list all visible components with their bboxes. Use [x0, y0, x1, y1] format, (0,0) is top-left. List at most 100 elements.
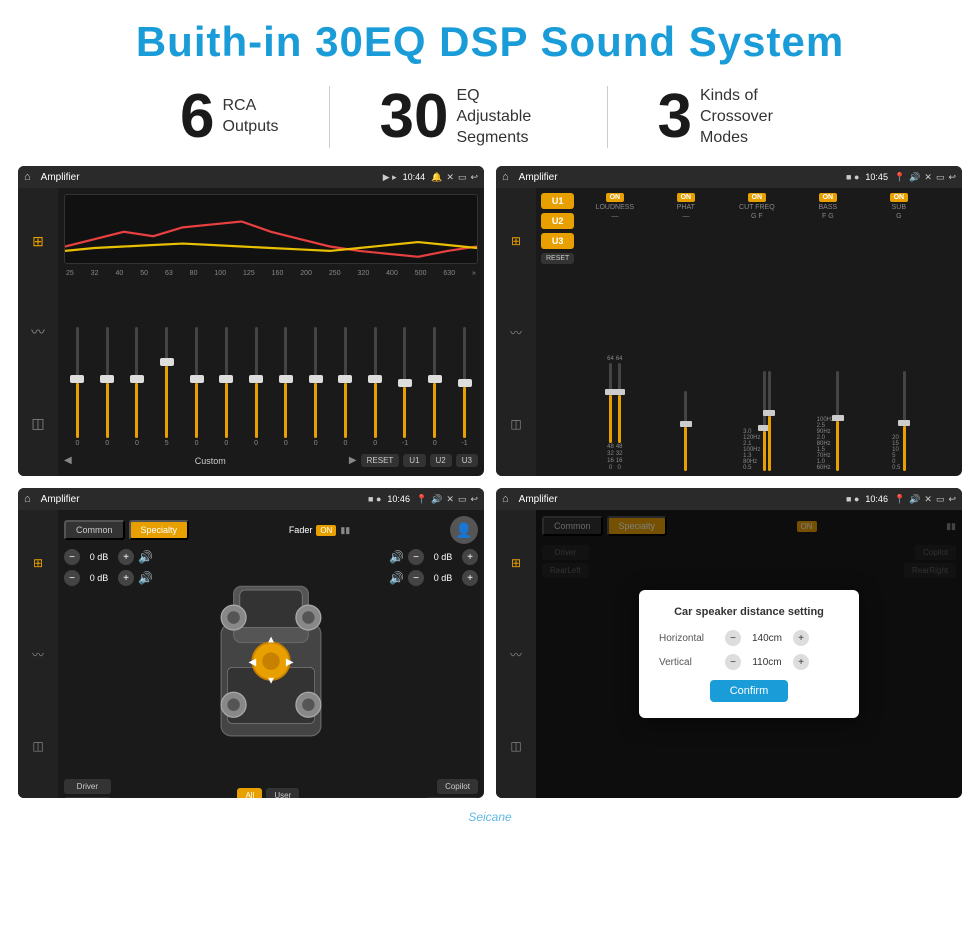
- tab-specialty-3[interactable]: Specialty: [129, 520, 190, 540]
- fader-plus-1[interactable]: +: [118, 549, 134, 565]
- eq-slider-thumb-2[interactable]: [100, 375, 114, 383]
- bass-toggle[interactable]: ON: [819, 193, 838, 202]
- eq-slider-thumb-9[interactable]: [309, 375, 323, 383]
- phat-toggle[interactable]: ON: [677, 193, 696, 202]
- eq-slider-thumb-1[interactable]: [70, 375, 84, 383]
- eq-slider-2[interactable]: 0: [94, 327, 121, 447]
- next-arrow[interactable]: ▶: [349, 455, 357, 466]
- eq-slider-13[interactable]: 0: [421, 327, 448, 447]
- phat-slider[interactable]: [684, 391, 687, 471]
- eq-slider-fill-3: [135, 383, 138, 439]
- stat-eq-label: EQ AdjustableSegments: [457, 86, 557, 148]
- confirm-button[interactable]: Confirm: [710, 680, 789, 702]
- fader-on-badge[interactable]: ON: [316, 525, 336, 536]
- reset-btn-2[interactable]: RESET: [541, 253, 574, 264]
- horizontal-minus[interactable]: −: [725, 630, 741, 646]
- eq-slider-track-7: [255, 327, 258, 438]
- loudness-slider-thumb-b[interactable]: [613, 389, 625, 395]
- eq-slider-5[interactable]: 0: [183, 327, 210, 447]
- bass-slider[interactable]: [836, 371, 839, 471]
- fader-minus-3[interactable]: −: [408, 549, 424, 565]
- fader-plus-3[interactable]: +: [462, 549, 478, 565]
- cutfreq-sliders: 3.0 120Hz 2.1 100Hz 1.3 80Hz 0.5: [743, 222, 770, 471]
- eq-slider-10[interactable]: 0: [332, 327, 359, 447]
- copilot-btn[interactable]: Copilot: [437, 779, 478, 794]
- bass-slider-thumb[interactable]: [832, 415, 844, 421]
- cutfreq-slider-thumb-b[interactable]: [763, 410, 775, 416]
- fader-minus-1[interactable]: −: [64, 549, 80, 565]
- eq-slider-3[interactable]: 0: [124, 327, 151, 447]
- eq-slider-6[interactable]: 0: [213, 327, 240, 447]
- eq-slider-4[interactable]: 5: [153, 327, 180, 447]
- eq-slider-8[interactable]: 0: [272, 327, 299, 447]
- eq-slider-thumb-7[interactable]: [249, 375, 263, 383]
- loudness-toggle[interactable]: ON: [606, 193, 625, 202]
- amp-sidebar-wave-icon: 〰: [510, 324, 522, 341]
- eq-slider-7[interactable]: 0: [243, 327, 270, 447]
- phat-slider-thumb[interactable]: [680, 421, 692, 427]
- loudness-slider-b[interactable]: 64 48 32 16 0: [616, 356, 623, 471]
- eq-slider-11[interactable]: 0: [362, 327, 389, 447]
- eq-slider-thumb-8[interactable]: [279, 375, 293, 383]
- screen2-bar: ⌂ Amplifier ■ ● 10:45 📍 🔊 ✕ ▭ ↩: [496, 166, 962, 188]
- loc-icon-2: 📍: [894, 172, 905, 183]
- amp-channels: ON LOUDNESS — 64: [582, 193, 957, 471]
- eq-slider-thumb-5[interactable]: [190, 375, 204, 383]
- cutfreq-slider-fill-a: [763, 431, 766, 471]
- eq-slider-thumb-3[interactable]: [130, 375, 144, 383]
- loudness-slider-a[interactable]: 64 48 32 16 0: [607, 356, 614, 471]
- sub-slider[interactable]: [903, 371, 906, 471]
- user-avatar-3[interactable]: 👤: [450, 516, 478, 544]
- eq-slider-1[interactable]: 0: [64, 327, 91, 447]
- eq-slider-val-4: 5: [165, 440, 169, 447]
- eq-slider-thumb-10[interactable]: [338, 375, 352, 383]
- vertical-plus[interactable]: +: [793, 654, 809, 670]
- prev-arrow[interactable]: ◀: [64, 455, 72, 466]
- eq-slider-thumb-12[interactable]: [398, 379, 412, 387]
- vertical-minus[interactable]: −: [725, 654, 741, 670]
- fader-plus-4[interactable]: +: [462, 570, 478, 586]
- u2-btn-2[interactable]: U2: [541, 213, 574, 229]
- u3-btn-2[interactable]: U3: [541, 233, 574, 249]
- speaker-icon-4: 🔊: [389, 571, 404, 585]
- rearleft-btn[interactable]: RearLeft: [64, 797, 111, 799]
- eq-slider-thumb-11[interactable]: [368, 375, 382, 383]
- eq-slider-thumb-14[interactable]: [458, 379, 472, 387]
- eq-slider-14[interactable]: -1: [451, 327, 478, 447]
- eq-slider-fill-10: [344, 383, 347, 439]
- cutfreq-slider-b[interactable]: [768, 371, 771, 471]
- eq-slider-thumb-4[interactable]: [160, 358, 174, 366]
- sub-toggle[interactable]: ON: [890, 193, 909, 202]
- user-btn-3[interactable]: User: [266, 788, 299, 799]
- fader-minus-4[interactable]: −: [408, 570, 424, 586]
- u2-btn-1[interactable]: U2: [430, 454, 452, 467]
- rec-dot-4: ■ ●: [846, 494, 859, 504]
- cutfreq-toggle[interactable]: ON: [748, 193, 767, 202]
- screen2-content: ⊞ 〰 ◫ U1 U2 U3 RESET: [496, 188, 962, 476]
- fader-toggle-icon[interactable]: ▮▮: [340, 525, 350, 536]
- screens-grid: ⌂ Amplifier ▶ ▸ 10:44 🔔 ✕ ▭ ↩ ⊞ 〰 ◫: [0, 166, 980, 808]
- dist-sidebar-sliders-icon: ⊞: [511, 556, 521, 570]
- fader-plus-2[interactable]: +: [118, 570, 134, 586]
- u1-btn-1[interactable]: U1: [403, 454, 425, 467]
- all-btn[interactable]: All: [237, 788, 262, 799]
- eq-slider-thumb-13[interactable]: [428, 375, 442, 383]
- u3-btn-1[interactable]: U3: [456, 454, 478, 467]
- rearright-btn[interactable]: RearRight: [426, 797, 478, 799]
- screen-fader: ⌂ Amplifier ■ ● 10:46 📍 🔊 ✕ ▭ ↩ ⊞ 〰 ◫: [18, 488, 484, 798]
- home-icon-1: ⌂: [24, 171, 31, 183]
- cutfreq-sub: G F: [751, 213, 763, 220]
- eq-slider-12[interactable]: -1: [392, 327, 419, 447]
- u1-btn-2[interactable]: U1: [541, 193, 574, 209]
- tab-common-3[interactable]: Common: [64, 520, 125, 540]
- reset-btn-1[interactable]: RESET: [361, 454, 400, 467]
- horizontal-plus[interactable]: +: [793, 630, 809, 646]
- fader-minus-2[interactable]: −: [64, 570, 80, 586]
- eq-slider-9[interactable]: 0: [302, 327, 329, 447]
- phat-label: PHAT: [677, 204, 695, 211]
- sub-slider-thumb[interactable]: [898, 420, 910, 426]
- eq-slider-track-10: [344, 327, 347, 438]
- eq-slider-thumb-6[interactable]: [219, 375, 233, 383]
- cutfreq-slider-a[interactable]: [763, 371, 766, 471]
- driver-btn[interactable]: Driver: [64, 779, 111, 794]
